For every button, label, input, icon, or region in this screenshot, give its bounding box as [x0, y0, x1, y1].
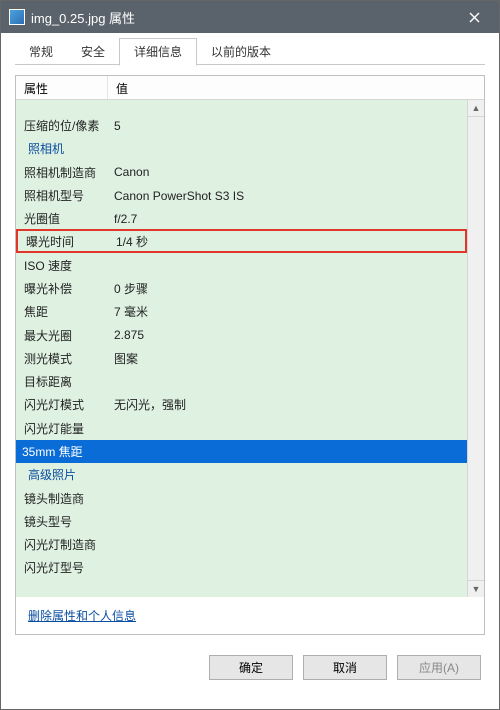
- property-row[interactable]: 闪光灯制造商: [16, 533, 467, 556]
- scroll-down-icon[interactable]: ▼: [468, 580, 484, 597]
- property-label: 照相机型号: [16, 187, 108, 204]
- property-row[interactable]: [16, 100, 467, 114]
- window-title: img_0.25.jpg 属性: [31, 8, 453, 27]
- property-label: 闪光灯模式: [16, 396, 108, 413]
- tab-general[interactable]: 常规: [15, 39, 67, 65]
- property-label: 压缩的位/像素: [16, 117, 108, 134]
- property-row[interactable]: 测光模式图案: [16, 347, 467, 370]
- property-row[interactable]: 曝光补偿0 步骤: [16, 277, 467, 300]
- tab-security[interactable]: 安全: [67, 39, 119, 65]
- property-row[interactable]: 镜头制造商: [16, 486, 467, 509]
- property-label: 闪光灯型号: [16, 559, 108, 576]
- close-button[interactable]: [453, 1, 495, 33]
- properties-list: ▲ ▼ 压缩的位/像素5照相机照相机制造商Canon照相机型号Canon Pow…: [16, 100, 484, 597]
- property-label: 曝光时间: [18, 233, 110, 250]
- titlebar: img_0.25.jpg 属性: [1, 1, 499, 33]
- close-icon: [469, 12, 480, 23]
- property-value: 5: [108, 119, 467, 133]
- property-value: f/2.7: [108, 212, 467, 226]
- property-row[interactable]: 曝光时间1/4 秒: [16, 229, 467, 253]
- property-label: 照相机: [16, 140, 108, 157]
- property-label: ISO 速度: [16, 257, 108, 274]
- property-row[interactable]: 光圈值f/2.7: [16, 207, 467, 230]
- tab-details[interactable]: 详细信息: [119, 38, 197, 66]
- apply-button[interactable]: 应用(A): [397, 655, 481, 680]
- property-value: Canon: [108, 165, 467, 179]
- property-row[interactable]: 闪光灯能量: [16, 417, 467, 440]
- property-label: 焦距: [16, 303, 108, 320]
- property-row[interactable]: 闪光灯模式无闪光，强制: [16, 393, 467, 416]
- property-value: 2.875: [108, 328, 467, 342]
- property-label: 镜头型号: [16, 513, 108, 530]
- header-property[interactable]: 属性: [16, 76, 108, 99]
- property-label: 闪光灯制造商: [16, 536, 108, 553]
- property-row[interactable]: 焦距7 毫米: [16, 300, 467, 323]
- property-row[interactable]: 目标距离: [16, 370, 467, 393]
- property-value: 无闪光，强制: [108, 396, 467, 413]
- property-value: 1/4 秒: [110, 233, 465, 250]
- property-row[interactable]: 35mm 焦距: [16, 440, 467, 463]
- section-header[interactable]: 高级照片: [16, 463, 467, 486]
- tab-strip: 常规 安全 详细信息 以前的版本: [1, 33, 499, 65]
- property-label: 照相机制造商: [16, 164, 108, 181]
- details-panel: 属性 值 ▲ ▼ 压缩的位/像素5照相机照相机制造商Canon照相机型号Cano…: [15, 75, 485, 635]
- file-icon: [9, 9, 25, 25]
- property-value: Canon PowerShot S3 IS: [108, 189, 467, 203]
- property-row[interactable]: 闪光灯型号: [16, 556, 467, 579]
- ok-button[interactable]: 确定: [209, 655, 293, 680]
- property-row[interactable]: 压缩的位/像素5: [16, 114, 467, 137]
- property-label: 光圈值: [16, 210, 108, 227]
- property-row[interactable]: 最大光圈2.875: [16, 323, 467, 346]
- property-label: 目标距离: [16, 373, 108, 390]
- property-label: 35mm 焦距: [16, 443, 91, 460]
- cancel-button[interactable]: 取消: [303, 655, 387, 680]
- property-label: 曝光补偿: [16, 280, 108, 297]
- property-label: 高级照片: [16, 466, 108, 483]
- remove-properties-link[interactable]: 删除属性和个人信息: [28, 609, 136, 623]
- column-header[interactable]: 属性 值: [16, 76, 484, 100]
- property-row[interactable]: ISO 速度: [16, 253, 467, 276]
- property-label: 镜头制造商: [16, 490, 108, 507]
- property-value: 0 步骤: [108, 280, 467, 297]
- tab-previous-versions[interactable]: 以前的版本: [197, 39, 285, 65]
- property-label: 闪光灯能量: [16, 420, 108, 437]
- scroll-up-icon[interactable]: ▲: [468, 100, 484, 117]
- property-value: 7 毫米: [108, 303, 467, 320]
- property-row[interactable]: 照相机型号Canon PowerShot S3 IS: [16, 184, 467, 207]
- section-header[interactable]: 照相机: [16, 137, 467, 160]
- property-label: 测光模式: [16, 350, 108, 367]
- property-row[interactable]: 照相机制造商Canon: [16, 161, 467, 184]
- property-value: 图案: [108, 350, 467, 367]
- link-row: 删除属性和个人信息: [16, 597, 484, 634]
- property-row[interactable]: 镜头型号: [16, 510, 467, 533]
- header-value[interactable]: 值: [108, 76, 484, 99]
- scrollbar[interactable]: ▲ ▼: [467, 100, 484, 597]
- property-label: 最大光圈: [16, 327, 108, 344]
- dialog-buttons: 确定 取消 应用(A): [1, 641, 499, 694]
